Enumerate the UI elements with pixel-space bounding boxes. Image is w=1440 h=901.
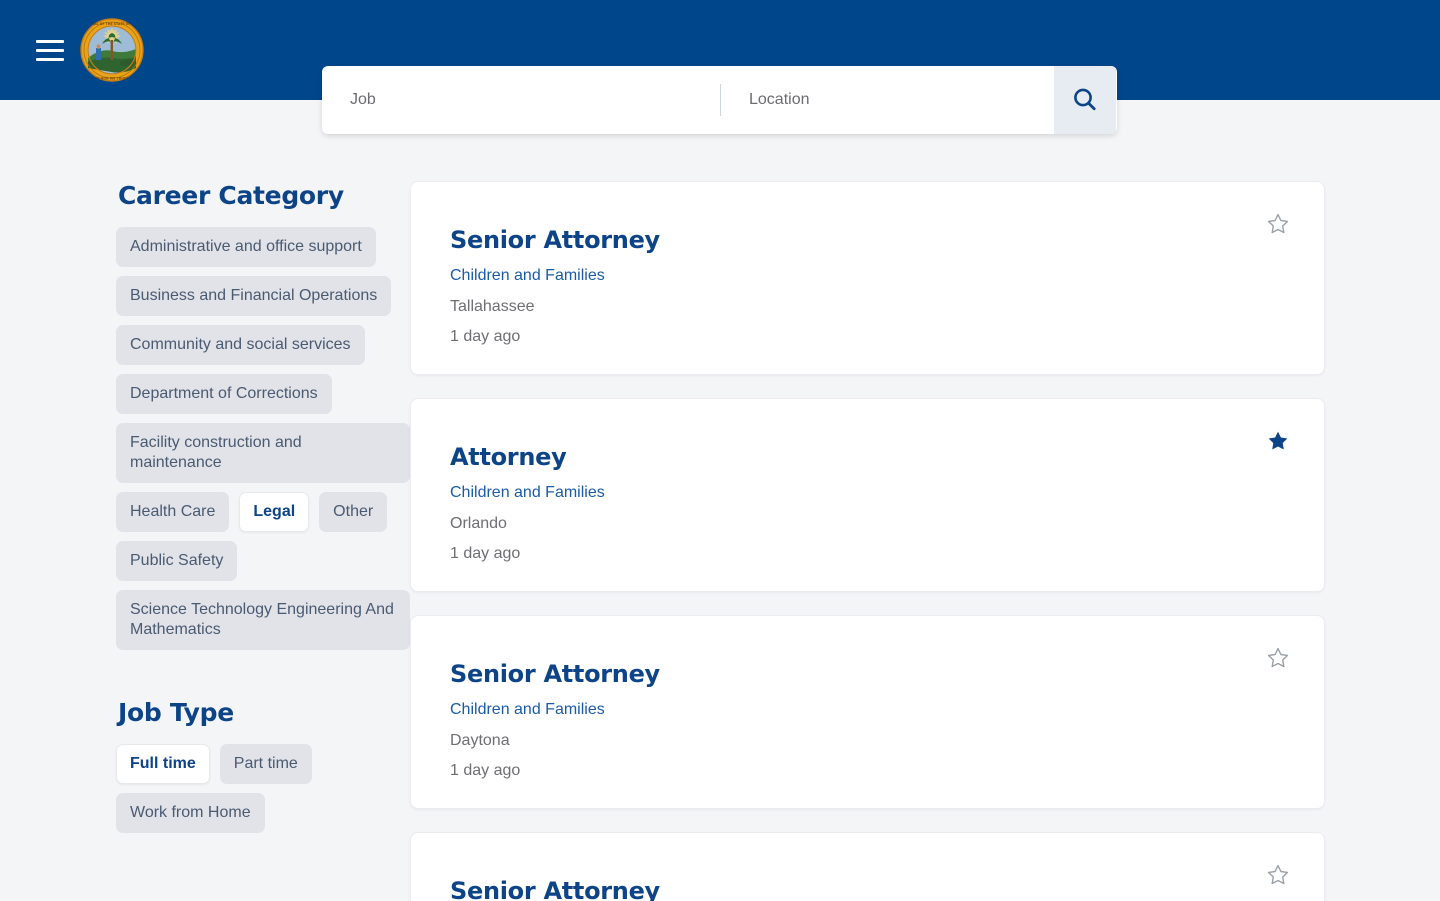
job-posted-time: 1 day ago — [450, 328, 521, 345]
job-search-input[interactable] — [322, 66, 720, 134]
job-card[interactable]: Senior Attorney Children and Families Ta… — [410, 181, 1325, 375]
favorite-star-button[interactable] — [1264, 861, 1292, 889]
job-search-bar — [322, 66, 1117, 134]
career-category-chip[interactable]: Science Technology Engineering And Mathe… — [116, 590, 410, 650]
job-title: Senior Attorney — [450, 226, 660, 254]
job-location: Orlando — [450, 515, 507, 532]
job-location: Tallahassee — [450, 298, 535, 315]
job-type-chip[interactable]: Part time — [219, 744, 312, 784]
job-title: Senior Attorney — [450, 660, 660, 688]
star-outline-icon — [1267, 213, 1289, 234]
career-category-chip[interactable]: Community and social services — [116, 325, 365, 365]
career-category-chip[interactable]: Facility construction and maintenance — [116, 423, 410, 483]
hamburger-menu-icon[interactable] — [33, 33, 67, 67]
job-department-link[interactable]: Children and Families — [450, 700, 605, 720]
star-filled-icon — [1268, 431, 1288, 450]
job-department-link[interactable]: Children and Families — [450, 483, 605, 503]
search-icon — [1074, 88, 1096, 111]
job-type-heading: Job Type — [118, 698, 234, 727]
favorite-star-button[interactable] — [1264, 210, 1292, 238]
job-card[interactable]: Senior Attorney Children and Families Da… — [410, 615, 1325, 809]
florida-state-seal-logo[interactable]: GREAT SEAL OF THE STATE OF FLORIDA IN GO… — [80, 18, 144, 82]
page-body: Career Category Administrative and offic… — [0, 100, 1440, 901]
career-category-chip-group: Administrative and office support Busine… — [116, 227, 410, 650]
hamburger-bar — [36, 39, 64, 43]
job-posted-time: 1 day ago — [450, 545, 521, 562]
career-category-chip[interactable]: Health Care — [116, 492, 230, 532]
location-search-input[interactable] — [721, 66, 1054, 134]
favorite-star-button[interactable] — [1264, 644, 1292, 672]
job-type-chip[interactable]: Work from Home — [116, 793, 265, 833]
favorite-star-button-active[interactable] — [1264, 427, 1292, 455]
svg-text:IN GOD WE TRUST: IN GOD WE TRUST — [96, 77, 129, 81]
job-title: Attorney — [450, 443, 567, 471]
job-posted-time: 1 day ago — [450, 762, 521, 779]
job-department-link[interactable]: Children and Families — [450, 266, 605, 286]
search-submit-button[interactable] — [1054, 66, 1116, 134]
job-card[interactable]: Senior Attorney Children and Families — [410, 832, 1325, 901]
star-outline-icon — [1267, 864, 1289, 885]
hamburger-bar — [36, 48, 64, 52]
career-category-chip-selected[interactable]: Legal — [239, 492, 310, 532]
career-category-chip[interactable]: Other — [319, 492, 388, 532]
job-type-chip-selected[interactable]: Full time — [116, 744, 210, 784]
career-category-chip[interactable]: Business and Financial Operations — [116, 276, 392, 316]
career-category-chip[interactable]: Administrative and office support — [116, 227, 376, 267]
job-title: Senior Attorney — [450, 877, 660, 901]
job-card[interactable]: Attorney Children and Families Orlando 1… — [410, 398, 1325, 592]
site-header: GREAT SEAL OF THE STATE OF FLORIDA IN GO… — [0, 0, 1440, 134]
star-outline-icon — [1267, 647, 1289, 668]
filters-sidebar: Career Category Administrative and offic… — [0, 100, 410, 901]
hamburger-bar — [36, 57, 64, 61]
job-location: Daytona — [450, 732, 510, 749]
job-results-list: Senior Attorney Children and Families Ta… — [410, 100, 1440, 901]
svg-text:GREAT SEAL OF THE STATE OF FLO: GREAT SEAL OF THE STATE OF FLORIDA — [80, 22, 144, 26]
career-category-chip[interactable]: Public Safety — [116, 541, 238, 581]
career-category-heading: Career Category — [118, 181, 344, 210]
career-category-chip[interactable]: Department of Corrections — [116, 374, 332, 414]
job-type-chip-group: Full time Part time Work from Home — [116, 744, 410, 833]
